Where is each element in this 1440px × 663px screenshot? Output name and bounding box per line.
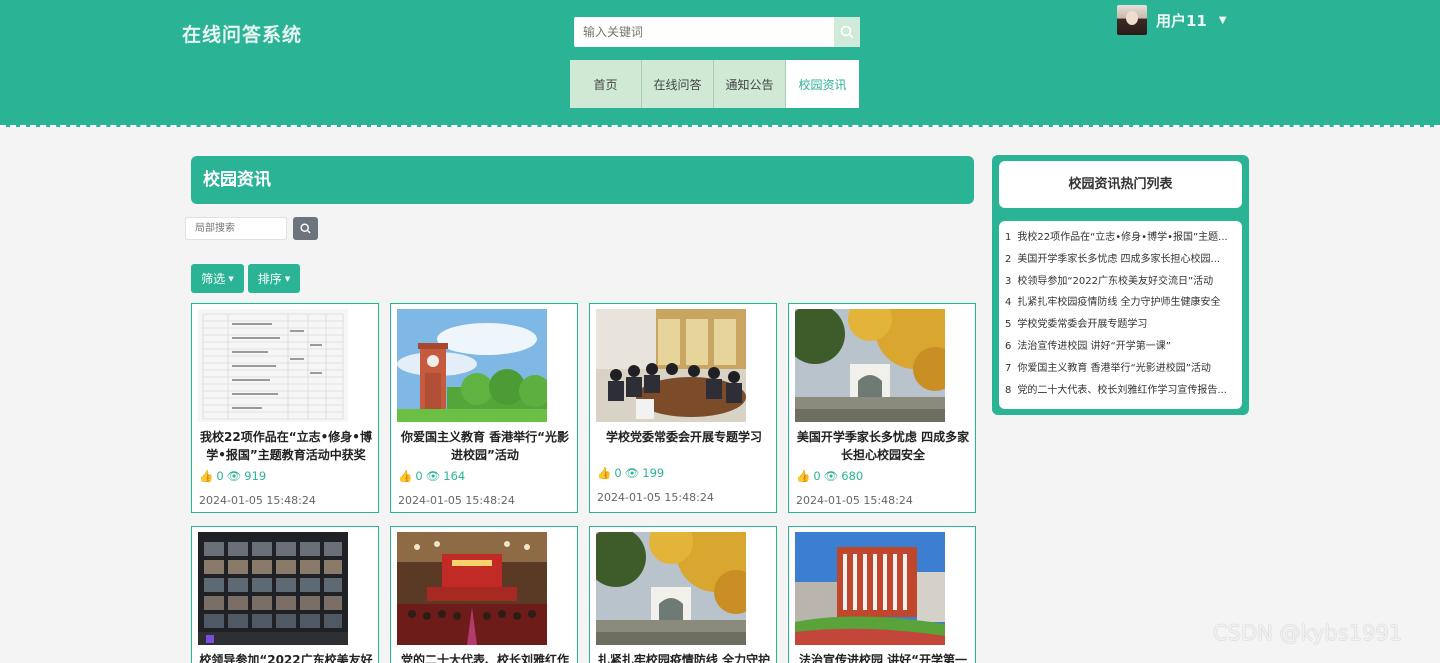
- thumbs-up-icon[interactable]: 👍: [597, 466, 611, 480]
- card-title[interactable]: 校领导参加“2022广东校美友好交流日”活动: [198, 651, 374, 663]
- card-date: 2024-01-05 15:48:24: [398, 494, 515, 507]
- user-name[interactable]: 用户11: [1156, 10, 1207, 31]
- like-count: 0: [614, 466, 622, 480]
- card-image-campus-gate[interactable]: [596, 532, 746, 645]
- eye-icon: 👁: [425, 469, 441, 483]
- news-card[interactable]: 你爱国主义教育 香港举行“光影进校园”活动 👍 0 👁 164 2024-01-05…: [390, 303, 578, 513]
- caret-down-icon: ▼: [284, 274, 291, 283]
- like-count: 0: [415, 469, 423, 483]
- card-stats: 👍 0 👁 680: [796, 469, 863, 483]
- local-search-input[interactable]: [185, 217, 287, 240]
- card-stats: 👍 0 👁 164: [398, 469, 465, 483]
- card-date: 2024-01-05 15:48:24: [796, 494, 913, 507]
- watermark: CSDN @kybs1991: [1213, 621, 1403, 645]
- card-date: 2024-01-05 15:48:24: [597, 491, 714, 504]
- eye-icon: 👁: [226, 469, 242, 483]
- news-card[interactable]: 扎紧扎牢校园疫情防线 全力守护师生健康: [589, 526, 777, 663]
- like-count: 0: [813, 469, 821, 483]
- hot-list-item[interactable]: 7 你爱国主义教育 香港举行“光影进校园”活动: [999, 358, 1234, 380]
- hot-list-item[interactable]: 3 校领导参加“2022广东校美友好交流日”活动: [999, 271, 1234, 293]
- news-card[interactable]: 法治宣传进校园 讲好“开学第一课”: [788, 526, 976, 663]
- eye-icon: 👁: [624, 466, 640, 480]
- card-image-meeting[interactable]: [596, 309, 746, 422]
- news-card[interactable]: 美国开学季家长多忧虑 四成多家长担心校园安全 👍 0 👁 680 2024-01-0…: [788, 303, 976, 513]
- card-image-video-conference[interactable]: [198, 532, 348, 645]
- view-count: 199: [642, 466, 665, 480]
- news-card[interactable]: 党的二十大代表、校长刘雅红作学习宣传报告: [390, 526, 578, 663]
- hot-list-item[interactable]: 2 美国开学季家长多忧虑 四成多家长担心校园...: [999, 249, 1234, 271]
- view-count: 919: [244, 469, 267, 483]
- nav-online-qa[interactable]: 在线问答: [642, 60, 714, 108]
- card-stats: 👍 0 👁 919: [199, 469, 266, 483]
- card-title[interactable]: 法治宣传进校园 讲好“开学第一课”: [795, 651, 971, 663]
- card-title[interactable]: 你爱国主义教育 香港举行“光影进校园”活动: [397, 428, 573, 464]
- card-title[interactable]: 扎紧扎牢校园疫情防线 全力守护师生健康: [596, 651, 772, 663]
- hot-list-panel: 校园资讯热门列表 1 我校22项作品在“立志•修身•博学•报国”主题... 2 美国…: [992, 155, 1249, 415]
- thumbs-up-icon[interactable]: 👍: [199, 469, 213, 483]
- hot-list-item[interactable]: 1 我校22项作品在“立志•修身•博学•报国”主题...: [999, 227, 1234, 249]
- filter-label: 筛选: [201, 272, 226, 286]
- view-count: 680: [841, 469, 864, 483]
- news-card[interactable]: 我校22项作品在“立志•修身•博学•报国”主题教育活动中获奖 👍 0 👁 919 2…: [191, 303, 379, 513]
- thumbs-up-icon[interactable]: 👍: [796, 469, 810, 483]
- card-title[interactable]: 美国开学季家长多忧虑 四成多家长担心校园安全: [795, 428, 971, 464]
- card-image-campus-gate[interactable]: [795, 309, 945, 422]
- view-count: 164: [443, 469, 466, 483]
- sort-label: 排序: [257, 272, 282, 286]
- card-image-clock-tower[interactable]: [397, 309, 547, 422]
- nav-notices[interactable]: 通知公告: [714, 60, 786, 108]
- card-image-document[interactable]: [198, 309, 348, 422]
- card-title[interactable]: 党的二十大代表、校长刘雅红作学习宣传报告: [397, 651, 573, 663]
- news-card[interactable]: 校领导参加“2022广东校美友好交流日”活动: [191, 526, 379, 663]
- caret-down-icon: ▼: [228, 274, 234, 283]
- search-icon: [840, 25, 854, 39]
- section-title: 校园资讯: [191, 156, 974, 204]
- card-date: 2024-01-05 15:48:24: [199, 494, 316, 507]
- card-title[interactable]: 学校党委常委会开展专题学习: [596, 428, 772, 446]
- local-search-button[interactable]: [293, 217, 318, 240]
- main-nav: 首页 在线问答 通知公告 校园资讯: [570, 60, 859, 108]
- card-stats: 👍 0 👁 199: [597, 466, 664, 480]
- header: 在线问答系统 用户11 ▼ 首页 在线问答 通知公告 校园资讯: [0, 0, 1440, 127]
- search-icon: [300, 223, 311, 234]
- hot-list-item[interactable]: 5 学校党委常委会开展专题学习: [999, 314, 1234, 336]
- search-input[interactable]: [574, 17, 834, 47]
- thumbs-up-icon[interactable]: 👍: [398, 469, 412, 483]
- filter-button[interactable]: 筛选 ▼: [191, 264, 244, 293]
- site-title[interactable]: 在线问答系统: [182, 20, 302, 47]
- chevron-down-icon[interactable]: ▼: [1219, 15, 1227, 26]
- nav-home[interactable]: 首页: [570, 60, 642, 108]
- sort-button[interactable]: 排序 ▼: [248, 264, 300, 293]
- nav-campus-news[interactable]: 校园资讯: [786, 60, 859, 108]
- search-box: [574, 17, 860, 47]
- hot-list-title: 校园资讯热门列表: [999, 161, 1242, 208]
- like-count: 0: [216, 469, 224, 483]
- hot-list: 1 我校22项作品在“立志•修身•博学•报国”主题... 2 美国开学季家长多忧虑 …: [999, 221, 1242, 409]
- news-card[interactable]: 学校党委常委会开展专题学习 👍 0 👁 199 2024-01-05 15:48:2…: [589, 303, 777, 513]
- card-title[interactable]: 我校22项作品在“立志•修身•博学•报国”主题教育活动中获奖: [198, 428, 374, 464]
- hot-list-item[interactable]: 8 党的二十大代表、校长刘雅红作学习宣传报告...: [999, 380, 1234, 402]
- search-button[interactable]: [834, 17, 860, 47]
- hot-list-item[interactable]: 6 法治宣传进校园 讲好“开学第一课”: [999, 336, 1234, 358]
- user-menu[interactable]: 用户11 ▼: [1117, 5, 1227, 35]
- card-image-auditorium[interactable]: [397, 532, 547, 645]
- hot-list-item[interactable]: 4 扎紧扎牢校园疫情防线 全力守护师生健康安全: [999, 292, 1234, 314]
- avatar[interactable]: [1117, 5, 1147, 35]
- card-image-brick-building[interactable]: [795, 532, 945, 645]
- eye-icon: 👁: [823, 469, 839, 483]
